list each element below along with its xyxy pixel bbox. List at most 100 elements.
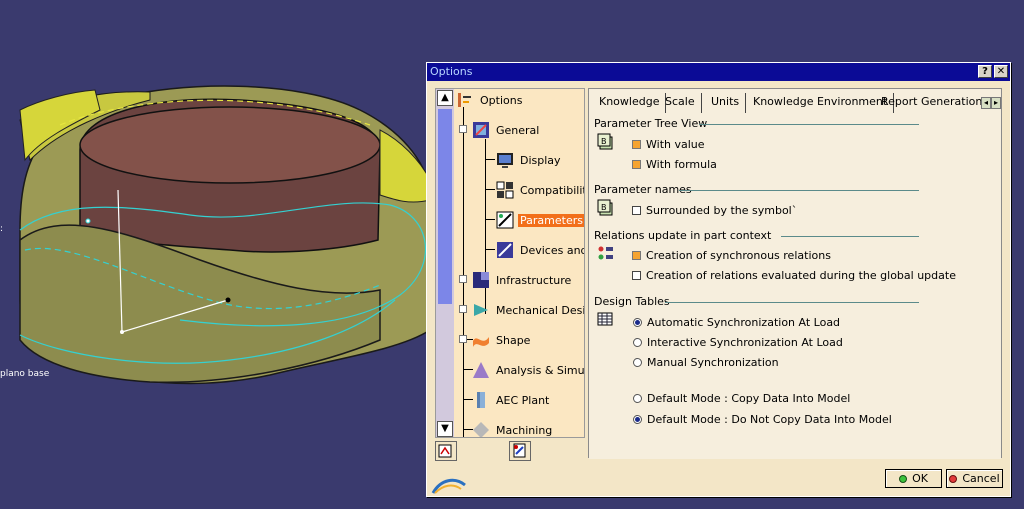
shape-icon: [473, 337, 489, 347]
tree-item-aec-plant[interactable]: AEC Plant: [472, 391, 584, 411]
tab-strip: Knowledge Scale Units Knowledge Environm…: [589, 89, 1001, 115]
section-title-relations: Relations update in part context: [594, 229, 772, 242]
tab-report-generation[interactable]: Report Generation: [875, 93, 988, 113]
knowledge-tab-content: Parameter Tree View B With value With fo…: [589, 115, 1001, 459]
synchronous-relations-label: Creation of synchronous relations: [646, 249, 831, 262]
auto-sync-radio[interactable]: [633, 318, 642, 327]
tree-item-shape[interactable]: Shape: [472, 331, 584, 351]
options-icon: [458, 93, 471, 107]
tree-item-label: Options: [480, 94, 523, 107]
tree-item-analysis[interactable]: Analysis & Simulation: [472, 361, 584, 381]
design-table-icon: [597, 312, 613, 326]
tree-item-label: Machining: [496, 424, 553, 437]
tab-knowledge[interactable]: Knowledge: [593, 93, 667, 113]
interactive-sync-radio[interactable]: [633, 338, 642, 347]
tree-item-display[interactable]: Display: [496, 151, 584, 171]
with-formula-label: With formula: [646, 158, 717, 171]
with-value-checkbox[interactable]: [632, 140, 641, 149]
tree-item-label: Devices and Virtual Reality: [520, 244, 584, 257]
tab-scroll-right-button[interactable]: ▸: [991, 97, 1001, 109]
tab-scroll-left-button[interactable]: ◂: [981, 97, 991, 109]
tab-units[interactable]: Units: [705, 93, 747, 113]
tree-item-label: Compatibility: [520, 184, 584, 197]
ok-status-icon: [899, 475, 908, 483]
display-icon: [497, 153, 513, 168]
tree-item-label: Mechanical Design: [496, 304, 584, 317]
scroll-up-button[interactable]: ▲: [437, 90, 453, 106]
general-icon: [473, 122, 489, 138]
tree-item-label: Display: [520, 154, 561, 167]
point-marker: [85, 218, 91, 224]
tree-item-compatibility[interactable]: Compatibility: [496, 181, 584, 201]
section-divider: [699, 124, 919, 125]
svg-text:B: B: [601, 137, 607, 146]
tree-connector: [463, 107, 464, 437]
section-divider: [781, 236, 919, 237]
reset-options-button[interactable]: [435, 441, 457, 461]
tree-item-infrastructure[interactable]: Infrastructure: [472, 271, 584, 291]
with-value-label: With value: [646, 138, 705, 151]
copy-mode-label: Default Mode : Copy Data Into Model: [647, 392, 851, 405]
tree-connector: [485, 219, 495, 220]
auto-sync-label: Automatic Synchronization At Load: [647, 316, 841, 329]
tree-item-mechanical[interactable]: Mechanical Design: [472, 301, 584, 321]
svg-text:B: B: [601, 203, 607, 212]
machining-icon: [473, 422, 489, 437]
export-icon: [513, 443, 526, 458]
tree-item-label: Shape: [496, 334, 531, 347]
tab-scale[interactable]: Scale: [659, 93, 702, 113]
tree-item-general[interactable]: General: [472, 121, 584, 141]
ok-button[interactable]: OK: [885, 469, 942, 488]
expand-toggle[interactable]: [459, 125, 467, 133]
tree-item-devices[interactable]: Devices and Virtual Reality: [496, 241, 584, 261]
analysis-icon: [473, 362, 489, 378]
tree-connector: [485, 159, 495, 160]
plano-base-label: plano base: [0, 369, 50, 379]
scroll-down-button[interactable]: ▼: [437, 421, 453, 437]
cancel-button[interactable]: Cancel: [946, 469, 1003, 488]
section-divider: [665, 302, 919, 303]
help-button[interactable]: ?: [978, 65, 992, 78]
viewport-edge-label: :: [0, 224, 4, 234]
dialog-titlebar[interactable]: Options ? ✕: [427, 63, 1010, 81]
export-options-button[interactable]: [509, 441, 531, 461]
copy-mode-radio[interactable]: [633, 394, 642, 403]
catia-logo-icon: [431, 478, 466, 494]
tab-knowledge-environment[interactable]: Knowledge Environment: [747, 93, 895, 113]
with-formula-checkbox[interactable]: [632, 160, 641, 169]
relations-icon: [598, 246, 613, 260]
tree-item-label: Analysis & Simulation: [496, 364, 585, 377]
scroll-thumb[interactable]: [438, 109, 452, 304]
tree-connector: [485, 249, 495, 250]
tree-item-machining[interactable]: Machining: [472, 421, 584, 437]
expand-toggle[interactable]: [459, 275, 467, 283]
close-button[interactable]: ✕: [994, 65, 1008, 78]
section-title-parameter-tree-view: Parameter Tree View: [594, 117, 708, 130]
no-copy-mode-radio[interactable]: [633, 415, 642, 424]
compatibility-icon: [496, 181, 514, 199]
cancel-label: Cancel: [962, 472, 1000, 485]
tree-scrollbar[interactable]: ▲ ▼: [436, 89, 454, 437]
inner-cylinder-top: [79, 106, 381, 184]
synchronous-relations-checkbox[interactable]: [632, 251, 641, 260]
tree-item-parameters[interactable]: Parameters and Measure: [496, 211, 584, 231]
cancel-status-icon: [949, 475, 958, 483]
devices-icon: [497, 242, 513, 258]
manual-sync-radio[interactable]: [633, 358, 642, 367]
section-divider: [679, 190, 919, 191]
expand-toggle[interactable]: [459, 305, 467, 313]
tabs-panel: Knowledge Scale Units Knowledge Environm…: [588, 88, 1002, 459]
tree-item-label: AEC Plant: [496, 394, 550, 407]
reset-icon: [438, 444, 452, 458]
tree-item-label: Infrastructure: [496, 274, 572, 287]
ok-label: OK: [912, 472, 928, 485]
tree-item-options[interactable]: Options: [456, 91, 584, 111]
evaluated-relations-checkbox[interactable]: [632, 271, 641, 280]
expand-toggle[interactable]: [459, 335, 467, 343]
no-copy-mode-label: Default Mode : Do Not Copy Data Into Mod…: [647, 413, 892, 426]
tree-item-label: General: [496, 124, 540, 137]
surrounded-checkbox[interactable]: [632, 206, 641, 215]
interactive-sync-label: Interactive Synchronization At Load: [647, 336, 843, 349]
tree-connector: [485, 189, 495, 190]
parameter-names-icon: B: [597, 199, 613, 216]
